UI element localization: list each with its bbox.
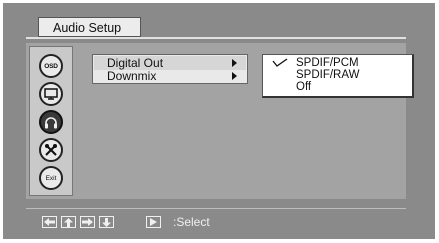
checkmark-icon bbox=[272, 58, 288, 67]
nav-left-button bbox=[42, 216, 57, 228]
sidebar-item-video[interactable] bbox=[39, 82, 63, 106]
arrow-up-icon bbox=[64, 217, 73, 227]
headphones-icon bbox=[45, 116, 57, 128]
option-spdif-pcm[interactable]: SPDIF/PCM bbox=[296, 57, 359, 69]
nav-up-button bbox=[61, 216, 76, 228]
footer-hint: :Select bbox=[173, 215, 210, 229]
sidebar-item-osd[interactable]: OSD bbox=[39, 54, 63, 78]
sidebar-item-audio[interactable] bbox=[39, 110, 63, 134]
option-spdif-raw[interactable]: SPDIF/RAW bbox=[296, 69, 359, 81]
menu-list: Digital Out Downmix bbox=[92, 54, 248, 84]
tools-icon bbox=[45, 144, 57, 156]
play-button bbox=[146, 216, 161, 228]
exit-icon: Exit bbox=[45, 174, 57, 182]
menu-item-downmix[interactable]: Downmix bbox=[107, 69, 156, 83]
title-divider bbox=[26, 37, 406, 39]
sidebar: OSD Exit bbox=[29, 46, 73, 196]
submenu-list: SPDIF/PCM SPDIF/RAW Off bbox=[262, 54, 414, 98]
sidebar-item-exit[interactable]: Exit bbox=[39, 166, 63, 190]
arrow-left-icon bbox=[44, 218, 55, 226]
osd-icon: OSD bbox=[44, 62, 58, 70]
option-off[interactable]: Off bbox=[296, 81, 311, 93]
sidebar-item-setup[interactable] bbox=[39, 138, 63, 162]
screen-title: Audio Setup bbox=[38, 17, 141, 37]
menu-item-digital-out[interactable]: Digital Out bbox=[107, 56, 163, 70]
submenu-arrow-icon bbox=[232, 59, 237, 67]
monitor-icon bbox=[44, 88, 58, 100]
footer-divider bbox=[26, 208, 406, 209]
arrow-down-icon bbox=[102, 217, 111, 227]
nav-down-button bbox=[99, 216, 114, 228]
nav-right-button bbox=[80, 216, 95, 228]
arrow-right-icon bbox=[82, 218, 93, 226]
submenu-arrow-icon bbox=[232, 72, 237, 80]
play-icon bbox=[150, 218, 157, 226]
